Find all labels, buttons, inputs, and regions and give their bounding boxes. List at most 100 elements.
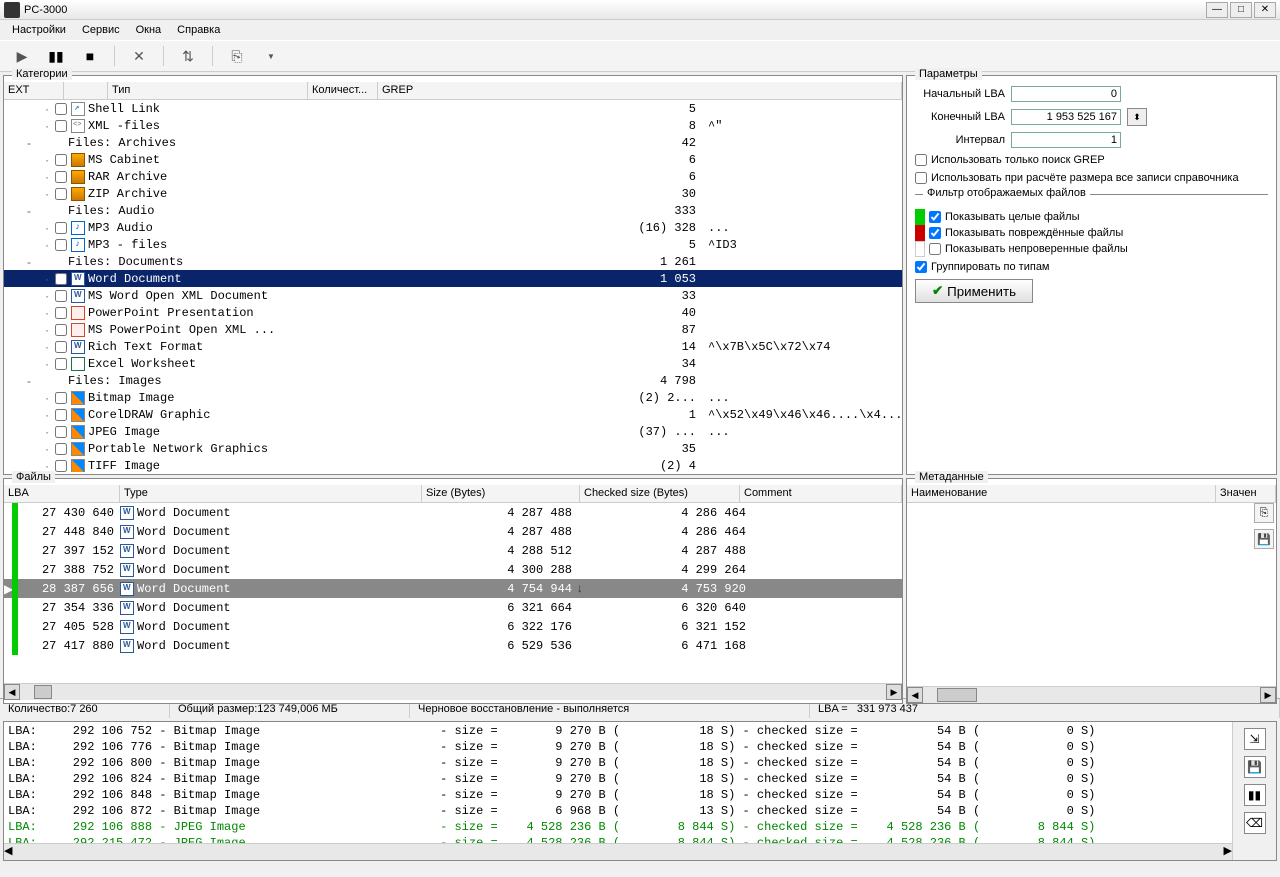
expand-icon[interactable]: ·: [40, 272, 54, 286]
hscroll-thumb[interactable]: [1144, 844, 1224, 860]
hscroll-left-icon[interactable]: ◀: [907, 687, 923, 703]
start-lba-input[interactable]: [1011, 86, 1121, 102]
menu-windows[interactable]: Окна: [128, 22, 170, 38]
category-checkbox[interactable]: [54, 392, 68, 404]
only-grep-checkbox[interactable]: [915, 154, 927, 166]
metadata-body[interactable]: [907, 503, 1276, 663]
category-row[interactable]: ·Word Document1 053: [4, 270, 902, 287]
meta-hscroll[interactable]: ◀ ▶: [907, 686, 1276, 703]
pause-button[interactable]: ▮▮: [42, 44, 70, 68]
category-checkbox[interactable]: [54, 103, 68, 115]
file-row[interactable]: 27 417 880 Word Document6 529 5366 471 1…: [4, 636, 902, 655]
group-by-type-checkbox[interactable]: [915, 261, 927, 273]
col-icon[interactable]: [64, 82, 108, 99]
category-row[interactable]: -Files: Documents1 261: [4, 253, 902, 270]
col-type[interactable]: Тип: [108, 82, 308, 99]
expand-icon[interactable]: ·: [40, 425, 54, 439]
files-hscroll[interactable]: ◀ ▶: [4, 683, 902, 700]
file-row[interactable]: 27 388 752 Word Document4 300 2884 299 2…: [4, 560, 902, 579]
expand-icon[interactable]: ·: [40, 289, 54, 303]
log-pause-button[interactable]: ▮▮: [1244, 784, 1266, 806]
category-checkbox[interactable]: [54, 273, 68, 285]
close-button[interactable]: ✕: [1254, 2, 1276, 18]
hscroll-left-icon[interactable]: ◀: [4, 684, 20, 700]
categories-body[interactable]: ·Shell Link5·XML -files8^"-Files: Archiv…: [4, 100, 902, 472]
category-checkbox[interactable]: [54, 154, 68, 166]
copy-button[interactable]: ⎘: [223, 44, 251, 68]
expand-icon[interactable]: ·: [40, 323, 54, 337]
category-row[interactable]: -Files: Archives42: [4, 134, 902, 151]
category-row[interactable]: ·Shell Link5: [4, 100, 902, 117]
log-export-button[interactable]: ⇲: [1244, 728, 1266, 750]
fcol-checked[interactable]: Checked size (Bytes): [580, 485, 740, 502]
expand-icon[interactable]: ·: [40, 306, 54, 320]
stop-button[interactable]: ■: [76, 44, 104, 68]
category-checkbox[interactable]: [54, 426, 68, 438]
expand-icon[interactable]: ·: [40, 357, 54, 371]
expand-icon[interactable]: ·: [40, 391, 54, 405]
category-row[interactable]: ·JPEG Image(37) ......: [4, 423, 902, 440]
expand-icon[interactable]: ·: [40, 340, 54, 354]
mcol-name[interactable]: Наименование: [907, 485, 1216, 502]
category-checkbox[interactable]: [54, 188, 68, 200]
tools-button[interactable]: ✕: [125, 44, 153, 68]
show-whole-checkbox[interactable]: [929, 211, 941, 223]
category-row[interactable]: ·Bitmap Image(2) 2......: [4, 389, 902, 406]
category-row[interactable]: ·PowerPoint Presentation40: [4, 304, 902, 321]
mcol-value[interactable]: Значен: [1216, 485, 1276, 502]
category-checkbox[interactable]: [54, 290, 68, 302]
category-checkbox[interactable]: [54, 358, 68, 370]
col-count[interactable]: Количест...: [308, 82, 378, 99]
expand-icon[interactable]: ·: [40, 170, 54, 184]
end-lba-max-button[interactable]: ⬍: [1127, 108, 1147, 126]
hscroll-left-icon[interactable]: ◀: [4, 844, 12, 860]
category-row[interactable]: ·Excel Worksheet34: [4, 355, 902, 372]
expand-icon[interactable]: ·: [40, 119, 54, 133]
hscroll-right-icon[interactable]: ▶: [886, 684, 902, 700]
category-checkbox[interactable]: [54, 341, 68, 353]
expand-icon[interactable]: ·: [40, 102, 54, 116]
expand-icon[interactable]: -: [22, 255, 36, 269]
menu-service[interactable]: Сервис: [74, 22, 128, 38]
category-row[interactable]: ·MS Word Open XML Document33: [4, 287, 902, 304]
expand-icon[interactable]: ·: [40, 408, 54, 422]
category-checkbox[interactable]: [54, 307, 68, 319]
menu-settings[interactable]: Настройки: [4, 22, 74, 38]
fcol-size[interactable]: Size (Bytes): [422, 485, 580, 502]
expand-icon[interactable]: ·: [40, 153, 54, 167]
category-row[interactable]: ·MP3 Audio(16) 328...: [4, 219, 902, 236]
expand-icon[interactable]: -: [22, 374, 36, 388]
category-row[interactable]: -Files: Audio333: [4, 202, 902, 219]
meta-save-button[interactable]: 💾: [1254, 529, 1274, 549]
category-checkbox[interactable]: [54, 222, 68, 234]
show-unchecked-checkbox[interactable]: [929, 243, 941, 255]
file-row[interactable]: 27 354 336 Word Document6 321 6646 320 6…: [4, 598, 902, 617]
fcol-lba[interactable]: LBA: [4, 485, 120, 502]
category-row[interactable]: ·Portable Network Graphics35: [4, 440, 902, 457]
category-checkbox[interactable]: [54, 120, 68, 132]
fcol-comment[interactable]: Comment: [740, 485, 902, 502]
hscroll-right-icon[interactable]: ▶: [1260, 687, 1276, 703]
end-lba-input[interactable]: [1011, 109, 1121, 125]
play-button[interactable]: ▶: [8, 44, 36, 68]
dropdown-button[interactable]: ▼: [257, 44, 285, 68]
category-row[interactable]: ·Rich Text Format14^\x7B\x5C\x72\x74: [4, 338, 902, 355]
expand-icon[interactable]: -: [22, 136, 36, 150]
file-row[interactable]: 27 405 528 Word Document6 322 1766 321 1…: [4, 617, 902, 636]
file-row[interactable]: 27 430 640 Word Document4 287 4884 286 4…: [4, 503, 902, 522]
file-row[interactable]: ▶28 387 656 Word Document4 754 944↓4 753…: [4, 579, 902, 598]
expand-icon[interactable]: ·: [40, 459, 54, 473]
file-row[interactable]: 27 397 152 Word Document4 288 5124 287 4…: [4, 541, 902, 560]
expand-icon[interactable]: ·: [40, 221, 54, 235]
expand-icon[interactable]: -: [22, 204, 36, 218]
log-save-button[interactable]: 💾: [1244, 756, 1266, 778]
use-all-checkbox[interactable]: [915, 172, 927, 184]
sort-button[interactable]: ⇅: [174, 44, 202, 68]
log-hscroll[interactable]: ◀ ▶: [4, 843, 1232, 860]
hscroll-right-icon[interactable]: ▶: [1224, 844, 1232, 860]
category-checkbox[interactable]: [54, 239, 68, 251]
log-body[interactable]: LBA: 292 106 752 - Bitmap Image - size =…: [4, 722, 1232, 843]
hscroll-thumb[interactable]: [937, 688, 977, 702]
meta-copy-button[interactable]: ⎘: [1254, 503, 1274, 523]
category-checkbox[interactable]: [54, 460, 68, 472]
